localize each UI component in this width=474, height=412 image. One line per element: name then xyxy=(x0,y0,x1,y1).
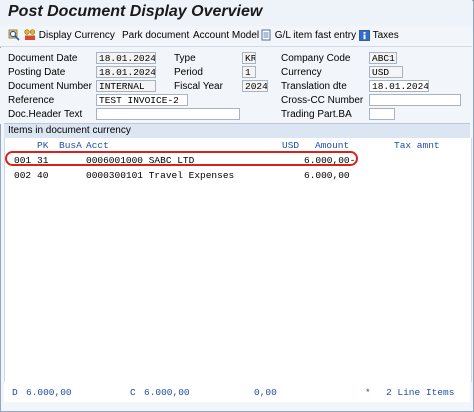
cross-cc-field[interactable] xyxy=(369,94,461,106)
column-header-pk: PK xyxy=(37,140,49,151)
cross-cc-label: Cross-CC Number xyxy=(281,95,364,106)
currency-label: Currency xyxy=(281,67,322,78)
park-document-button[interactable]: Park document xyxy=(122,29,189,43)
gl-fast-entry-label: G/L item fast entry xyxy=(274,30,357,41)
column-header-usd: USD xyxy=(282,140,300,151)
gl-fast-entry-button[interactable]: G/L item fast entry xyxy=(261,29,356,43)
column-header-tax-amnt: Tax amnt xyxy=(394,140,440,151)
account-model-button[interactable]: Account Model xyxy=(193,29,259,43)
title-bar: Post Document Display Overview xyxy=(0,0,472,27)
table-row-account[interactable]: 0000300101 Travel Expenses xyxy=(86,170,234,181)
doc-header-text-field[interactable] xyxy=(96,108,240,120)
column-header-acct: Acct xyxy=(86,140,109,151)
trading-partner-field[interactable] xyxy=(369,108,395,120)
document-date-field[interactable]: 18.01.2024 xyxy=(96,52,156,64)
search-button[interactable] xyxy=(8,29,20,43)
type-field[interactable]: KR xyxy=(242,52,256,64)
balance-total: 0,00 xyxy=(254,387,277,398)
line-items-count: 2 Line Items xyxy=(386,387,455,398)
table-row-posting-key: 40 xyxy=(37,170,49,181)
highlighted-row-annotation xyxy=(5,151,358,166)
trading-partner-label: Trading Part.BA xyxy=(281,109,352,120)
column-header-busa: BusA xyxy=(59,140,82,151)
doc-header-text-label: Doc.Header Text xyxy=(8,109,83,120)
translation-date-label: Translation dte xyxy=(281,81,347,92)
reference-field[interactable]: TEST INVOICE-2 xyxy=(96,94,188,106)
table-row-amount: 6.000,00 xyxy=(304,170,350,181)
items-section-title: Items in document currency xyxy=(8,125,131,136)
fiscal-year-field[interactable]: 2024 xyxy=(242,80,268,92)
currency-icon xyxy=(24,29,36,41)
posting-date-field[interactable]: 18.01.2024 xyxy=(96,66,156,78)
line-items-list xyxy=(4,138,472,382)
document-date-label: Document Date xyxy=(8,53,78,64)
document-number-label: Document Number xyxy=(8,81,92,92)
page-title: Post Document Display Overview xyxy=(8,3,263,20)
table-row-line-number[interactable]: 002 xyxy=(14,170,31,181)
fast-entry-icon xyxy=(261,29,271,41)
totals-star: * xyxy=(365,387,371,398)
period-field[interactable]: 1 xyxy=(242,66,256,78)
reference-label: Reference xyxy=(8,95,55,106)
credit-total: 6.000,00 xyxy=(144,387,190,398)
type-label: Type xyxy=(174,53,196,64)
items-section-bar: Items in document currency xyxy=(4,123,470,139)
fiscal-year-label: Fiscal Year xyxy=(174,81,223,92)
column-header-amount: Amount xyxy=(315,140,350,151)
info-icon xyxy=(359,29,370,41)
magnifier-icon xyxy=(8,29,20,41)
document-number-field[interactable]: INTERNAL xyxy=(96,80,156,92)
debit-label: D xyxy=(12,387,18,398)
translation-date-field[interactable]: 18.01.2024 xyxy=(369,80,429,92)
credit-label: C xyxy=(130,387,136,398)
display-currency-label: Display Currency xyxy=(38,30,115,41)
debit-total: 6.000,00 xyxy=(26,387,72,398)
application-toolbar: Display Currency Park document Account M… xyxy=(0,26,472,47)
taxes-label: Taxes xyxy=(372,30,399,41)
taxes-button[interactable]: Taxes xyxy=(359,29,399,43)
currency-field[interactable]: USD xyxy=(369,66,403,78)
period-label: Period xyxy=(174,67,203,78)
company-code-label: Company Code xyxy=(281,53,351,64)
display-currency-button[interactable]: Display Currency xyxy=(24,29,115,43)
company-code-field[interactable]: ABC1 xyxy=(369,52,397,64)
posting-date-label: Posting Date xyxy=(8,67,66,78)
